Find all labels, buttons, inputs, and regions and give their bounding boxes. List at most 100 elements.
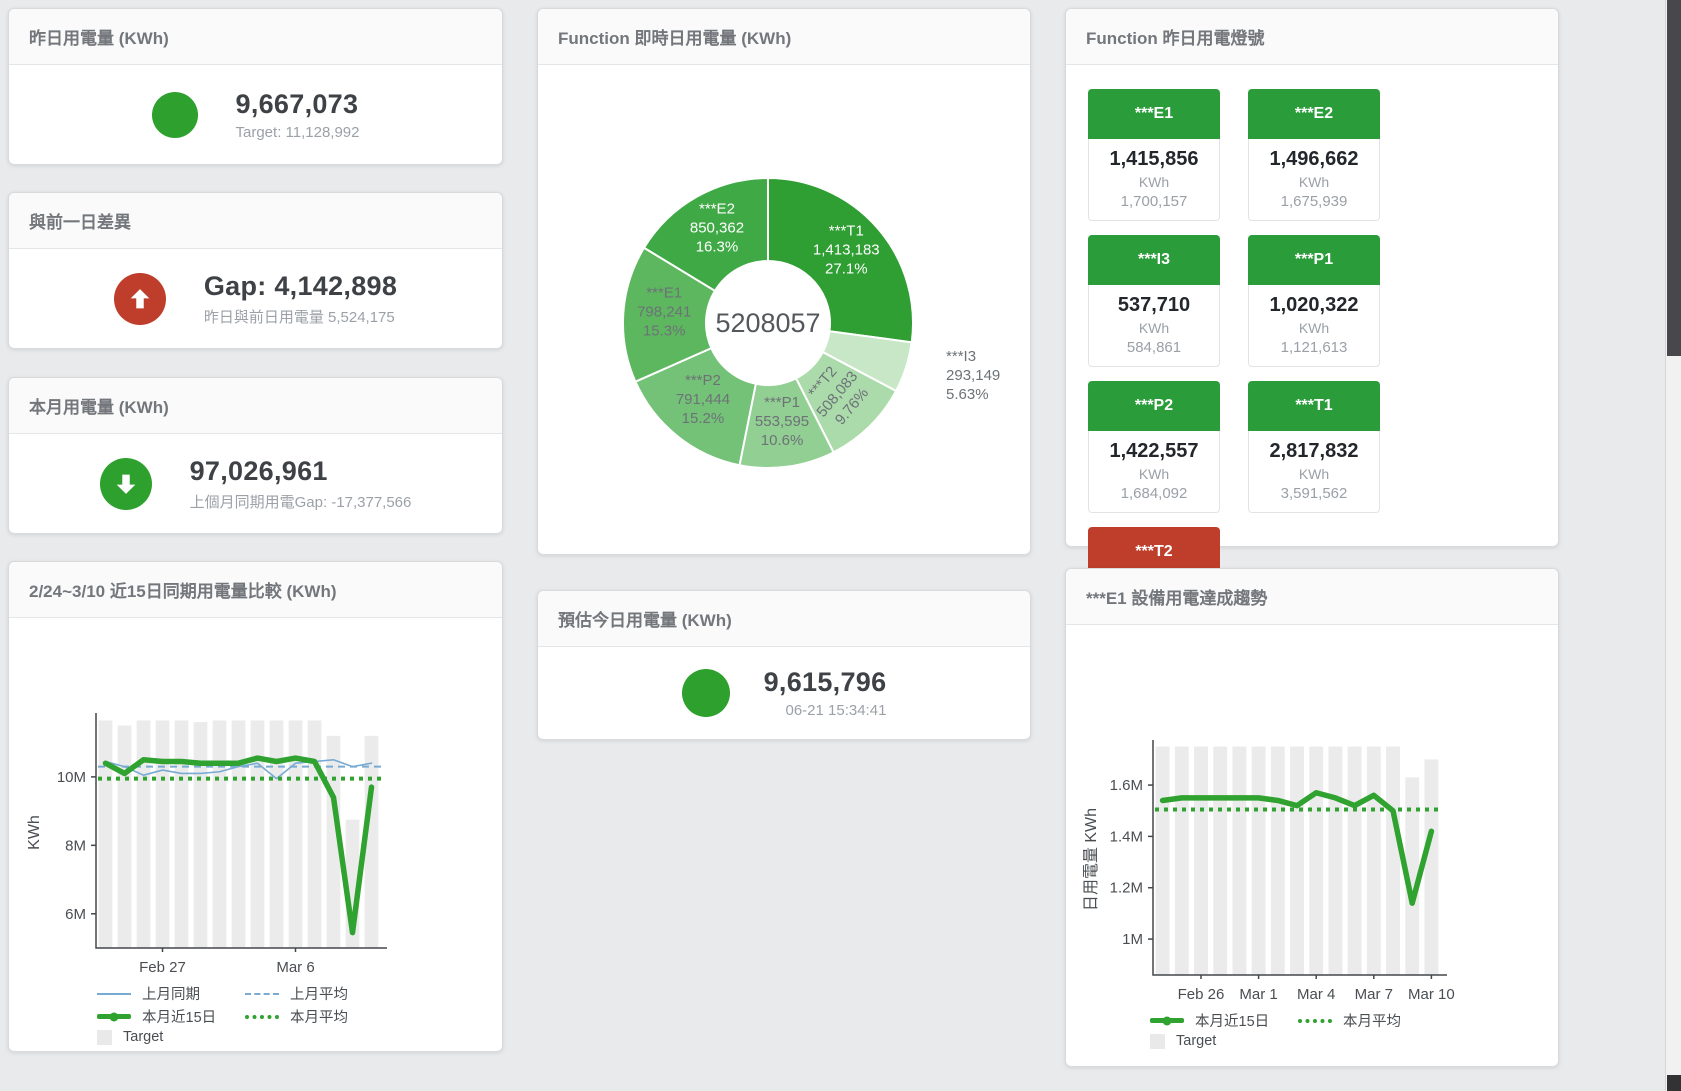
kpi-value: 97,026,961	[190, 456, 412, 487]
legend-item: 本月平均	[1298, 1010, 1446, 1031]
target-bar	[1271, 747, 1285, 975]
target-bar	[289, 720, 303, 948]
dot-green-icon	[1298, 1019, 1332, 1023]
target-bar	[232, 720, 246, 948]
legend-label: Target	[1176, 1033, 1216, 1049]
donut-chart: ***T11,413,18327.1%***I3293,1495.63%***T…	[538, 65, 1028, 552]
target-bar	[251, 720, 265, 948]
tile-value: 537,710	[1089, 294, 1219, 317]
card-title: ***E1 設備用電達成趨勢	[1066, 569, 1558, 625]
legend-item: 上月平均	[245, 983, 393, 1004]
legend-row: Target	[1150, 1033, 1558, 1049]
light-tile-e1: ***E11,415,856KWh1,700,157	[1088, 89, 1220, 221]
target-bar	[118, 726, 132, 948]
light-tile-p1: ***P11,020,322KWh1,121,613	[1248, 235, 1380, 367]
card-e1-trend: ***E1 設備用電達成趨勢 1M1.2M1.4M1.6MFeb 26Mar 1…	[1065, 568, 1559, 1067]
kpi-value: 9,667,073	[236, 89, 360, 120]
tile-header: ***T1	[1248, 381, 1380, 431]
legend-item: Target	[97, 1029, 245, 1045]
tile-target: 1,121,613	[1249, 339, 1379, 356]
tile-value: 2,817,832	[1249, 440, 1379, 463]
scrollbar-track[interactable]	[1665, 0, 1681, 1091]
target-bar	[1328, 747, 1342, 975]
tile-body: 1,422,557 KWh 1,684,092	[1088, 431, 1220, 513]
target-bar	[270, 720, 284, 948]
legend-label: 本月平均	[290, 1006, 348, 1027]
card-gap-previous-day: 與前一日差異 Gap: 4,142,898 昨日與前日用電量 5,524,175	[8, 192, 503, 349]
tile-unit: KWh	[1249, 174, 1379, 190]
x-tick-label: Mar 10	[1408, 986, 1455, 1003]
legend-row: Target	[97, 1029, 502, 1045]
x-tick-label: Mar 7	[1355, 986, 1393, 1003]
trend-legend: 本月近15日 本月平均 Target	[1150, 1010, 1558, 1049]
x-tick-label: Feb 26	[1178, 986, 1225, 1003]
y-tick-label: 1.6M	[1110, 777, 1143, 794]
tile-unit: KWh	[1249, 466, 1379, 482]
tile-body: 537,710KWh584,861	[1088, 285, 1220, 367]
tile-body: 2,817,832KWh3,591,562	[1248, 431, 1380, 513]
target-bar	[1348, 747, 1362, 975]
x-tick-label: Mar 6	[276, 959, 314, 976]
target-bar	[1309, 747, 1323, 975]
legend-label: 本月近15日	[1195, 1010, 1269, 1031]
card-yesterday-lights: Function 昨日用電燈號 ***E11,415,856KWh1,700,1…	[1065, 8, 1559, 547]
kpi-value: 9,615,796	[764, 667, 887, 698]
target-bar	[99, 720, 113, 948]
target-bar	[213, 720, 227, 948]
kpi-text: 9,667,073 Target: 11,128,992	[236, 89, 360, 141]
kpi-text: 9,615,796 06-21 15:34:41	[764, 667, 887, 719]
trend-chart: 1M1.2M1.4M1.6MFeb 26Mar 1Mar 4Mar 7Mar 1…	[1066, 730, 1558, 1008]
legend-row: 本月近15日 本月平均	[97, 1006, 502, 1027]
legend-label: 上月平均	[290, 983, 348, 1004]
x-tick-label: Mar 1	[1239, 986, 1277, 1003]
target-bar	[308, 720, 322, 948]
legend-label: 上月同期	[142, 983, 200, 1004]
line-green-icon	[1150, 1018, 1184, 1023]
tile-value: 1,496,662	[1249, 148, 1379, 171]
tile-header: ***E1	[1088, 89, 1220, 139]
card-title: Function 昨日用電燈號	[1066, 9, 1558, 65]
square-gray-icon	[97, 1030, 112, 1045]
square-gray-icon	[1150, 1034, 1165, 1049]
target-bar	[1175, 747, 1189, 975]
tile-target: 1,684,092	[1089, 485, 1219, 502]
legend-item: 上月同期	[97, 983, 245, 1004]
kpi-value: Gap: 4,142,898	[204, 271, 397, 302]
tile-body: 1,020,322KWh1,121,613	[1248, 285, 1380, 367]
legend-item: Target	[1150, 1033, 1298, 1049]
card-title: 本月用電量 (KWh)	[9, 378, 502, 434]
tile-target: 1,675,939	[1249, 193, 1379, 210]
tile-header: ***E2	[1248, 89, 1380, 139]
status-circle-icon	[682, 669, 730, 717]
y-axis-label: KWh	[26, 815, 43, 850]
legend-label: 本月近15日	[142, 1006, 216, 1027]
y-tick-label: 1.2M	[1110, 880, 1143, 897]
tile-value: 1,422,557	[1089, 440, 1219, 463]
kpi-subtitle: 上個月同期用電Gap: -17,377,566	[190, 491, 412, 512]
card-month-usage: 本月用電量 (KWh) 97,026,961 上個月同期用電Gap: -17,3…	[8, 377, 503, 534]
tile-unit: KWh	[1089, 466, 1219, 482]
target-bar	[1232, 747, 1246, 975]
legend-item: 本月平均	[245, 1006, 393, 1027]
scrollbar-corner	[1667, 1075, 1681, 1091]
card-title: 預估今日用電量 (KWh)	[538, 591, 1030, 647]
tile-unit: KWh	[1089, 174, 1219, 190]
card-yesterday-usage: 昨日用電量 (KWh) 9,667,073 Target: 11,128,992	[8, 8, 503, 165]
down-arrow-icon	[100, 458, 152, 510]
y-axis-label: 日用電量 KWh	[1083, 808, 1100, 911]
target-bar	[1156, 747, 1170, 975]
dot-green-icon	[245, 1015, 279, 1019]
line-blue-icon	[97, 993, 131, 995]
target-bar	[1252, 747, 1266, 975]
tile-unit: KWh	[1089, 320, 1219, 336]
up-arrow-icon	[114, 273, 166, 325]
x-tick-label: Mar 4	[1297, 986, 1335, 1003]
light-tile-t1: ***T12,817,832KWh3,591,562	[1248, 381, 1380, 513]
scrollbar-thumb[interactable]	[1667, 0, 1681, 356]
target-bar	[1290, 747, 1304, 975]
card-title: Function 即時日用電量 (KWh)	[538, 9, 1030, 65]
card-title: 與前一日差異	[9, 193, 502, 249]
tile-value: 1,020,322	[1249, 294, 1379, 317]
kpi-body: Gap: 4,142,898 昨日與前日用電量 5,524,175	[9, 249, 502, 348]
card-realtime-donut: Function 即時日用電量 (KWh) ***T11,413,18327.1…	[537, 8, 1031, 555]
